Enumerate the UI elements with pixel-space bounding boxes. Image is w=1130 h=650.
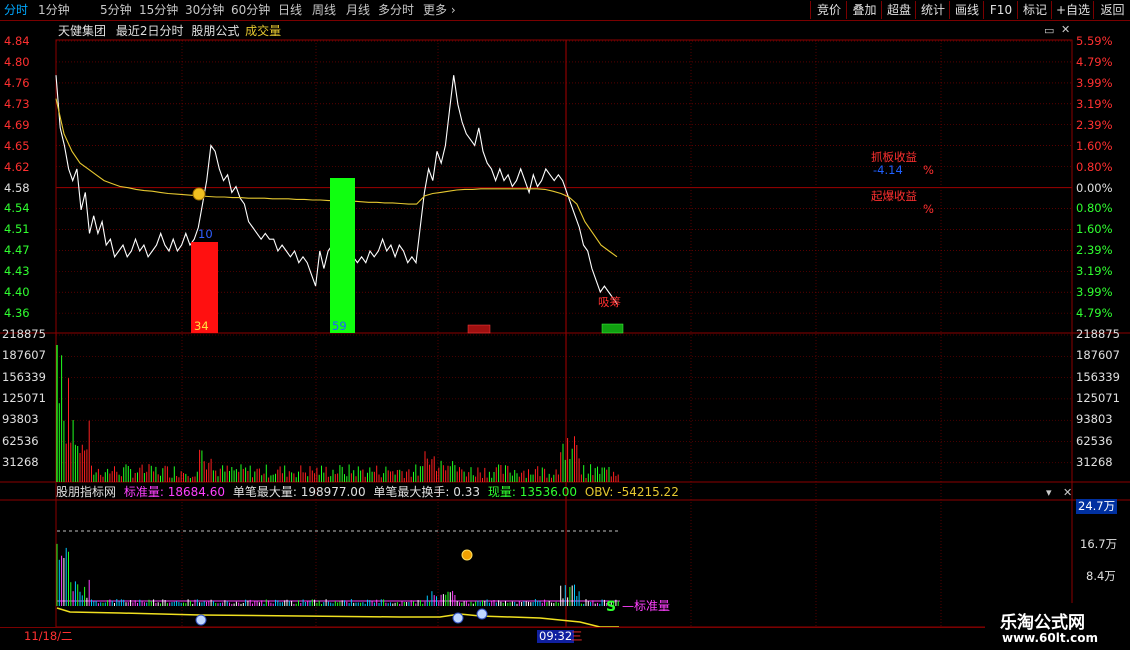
volume-tick-label: 93803 (2, 412, 39, 427)
percent-tick-label: 0.00% (1076, 180, 1113, 195)
percent-tick-label: 3.19% (1076, 96, 1113, 111)
volume-tick-label: 62536 (1076, 433, 1113, 448)
price-tick-label: 4.84 (4, 34, 30, 48)
percent-tick-label: 3.99% (1076, 285, 1113, 300)
price-tick-label: 4.51 (4, 222, 30, 237)
face-signal-icon (195, 614, 207, 626)
percent-tick-label: 3.99% (1076, 75, 1113, 90)
percent-tick-label: 4.79% (1076, 306, 1113, 321)
price-tick-label: 4.47 (4, 243, 30, 258)
explode-profit-label: 起爆收益 (871, 189, 917, 203)
max-turnover-value: 0.33 (453, 485, 481, 499)
volume-tick-label: 125071 (1076, 390, 1120, 405)
indicator-close-icon[interactable]: ✕ (1063, 486, 1072, 499)
price-tick-label: 4.62 (4, 159, 30, 174)
std-vol-label: 标准量: (123, 485, 164, 499)
indicator-axis-top: 24.7万 (1076, 499, 1118, 514)
percent-tick-label: 1.60% (1076, 138, 1113, 153)
volume-tick-label: 93803 (1076, 412, 1113, 427)
indicator-bars (56, 530, 620, 628)
chart-grid (0, 39, 1130, 628)
volume-tick-label: 125071 (2, 390, 46, 405)
obv-label: OBV: (584, 485, 614, 499)
indicator-axis-mid: 16.7万 (1080, 537, 1118, 551)
volume-bars (56, 345, 619, 482)
intraday-chart (0, 39, 1130, 628)
percent-tick-label: 4.79% (1076, 54, 1113, 69)
face-signal-icon (452, 612, 464, 624)
max-turnover-label: 单笔最大换手: (373, 485, 450, 499)
time-axis (0, 627, 985, 646)
price-tick-label: 4.73 (4, 96, 30, 111)
price-tick-label: 4.54 (4, 201, 30, 216)
volume-tick-label: 156339 (2, 369, 46, 384)
watermark-url: www.60lt.com (1002, 631, 1099, 645)
price-tick-label: 4.43 (4, 264, 30, 279)
signal-smiley-icon (192, 187, 206, 201)
percent-tick-label: 0.80% (1076, 201, 1113, 216)
price-tick-label: 4.80 (4, 54, 30, 69)
indicator-dropdown-icon[interactable]: ▾ (1046, 486, 1052, 499)
cursor-time: 09:32 (537, 629, 575, 643)
price-tick-label: 4.76 (4, 75, 30, 90)
volume-tick-label: 31268 (2, 454, 39, 469)
date-label: 11/18/二 (24, 629, 73, 643)
price-tick-label: 4.58 (4, 180, 30, 195)
red-bar-top-value: 10 (198, 227, 213, 241)
s-signal: S (606, 599, 617, 615)
volume-tick-label: 218875 (2, 327, 46, 341)
max-single-value: 198977.00 (300, 485, 366, 499)
green-bar-bottom-value: 59 (332, 319, 347, 333)
watermark-name: 乐淘公式网 (1000, 613, 1085, 633)
price-tick-label: 4.65 (4, 138, 30, 153)
face-signal-icon (476, 608, 488, 620)
volume-tick-label: 218875 (1076, 327, 1120, 341)
absorb-label: 吸筹 (598, 295, 621, 309)
signal-marks (191, 178, 624, 334)
green-signal-bar (330, 178, 355, 333)
percent-tick-label: 1.60% (1076, 222, 1113, 237)
day2-label: 三 (571, 629, 583, 643)
indicator-axis-low: 8.4万 (1086, 569, 1116, 583)
percent-tick-label: 3.19% (1076, 264, 1113, 279)
grab-profit-percent: % (923, 163, 934, 177)
obv-value: -54215.22 (617, 485, 679, 499)
volume-tick-label: 156339 (1076, 369, 1120, 384)
price-tick-label: 4.40 (4, 285, 30, 300)
price-tick-label: 4.69 (4, 117, 30, 132)
volume-tick-label: 31268 (1076, 454, 1113, 469)
volume-tick-label: 187607 (2, 348, 46, 363)
indicator-header: 股朋指标网 标准量: 18684.60 单笔最大量: 198977.00 单笔最… (56, 484, 679, 500)
obv-line (56, 607, 619, 628)
indicator-name: 股朋指标网 (56, 485, 117, 499)
volume-tick-label: 62536 (2, 433, 39, 448)
peach-signal-icon (461, 549, 473, 561)
percent-tick-label: 2.39% (1076, 117, 1113, 132)
cur-vol-value: 13536.00 (519, 485, 577, 499)
percent-tick-label: 5.59% (1076, 34, 1113, 48)
red-bar-bottom-value: 34 (194, 319, 209, 333)
cur-vol-label: 现量: (487, 485, 516, 499)
small-green-bar (601, 323, 624, 334)
percent-tick-label: 2.39% (1076, 243, 1113, 258)
grab-profit-value: -4.14 (873, 163, 903, 177)
std-vol-value: 18684.60 (167, 485, 225, 499)
volume-tick-label: 187607 (1076, 348, 1120, 363)
std-line-tag: —标准量 (622, 599, 671, 613)
price-tick-label: 4.36 (4, 306, 30, 321)
percent-tick-label: 0.80% (1076, 159, 1113, 174)
max-single-label: 单笔最大量: (232, 485, 297, 499)
explode-profit-percent: % (923, 202, 934, 216)
small-red-bar (467, 324, 491, 334)
